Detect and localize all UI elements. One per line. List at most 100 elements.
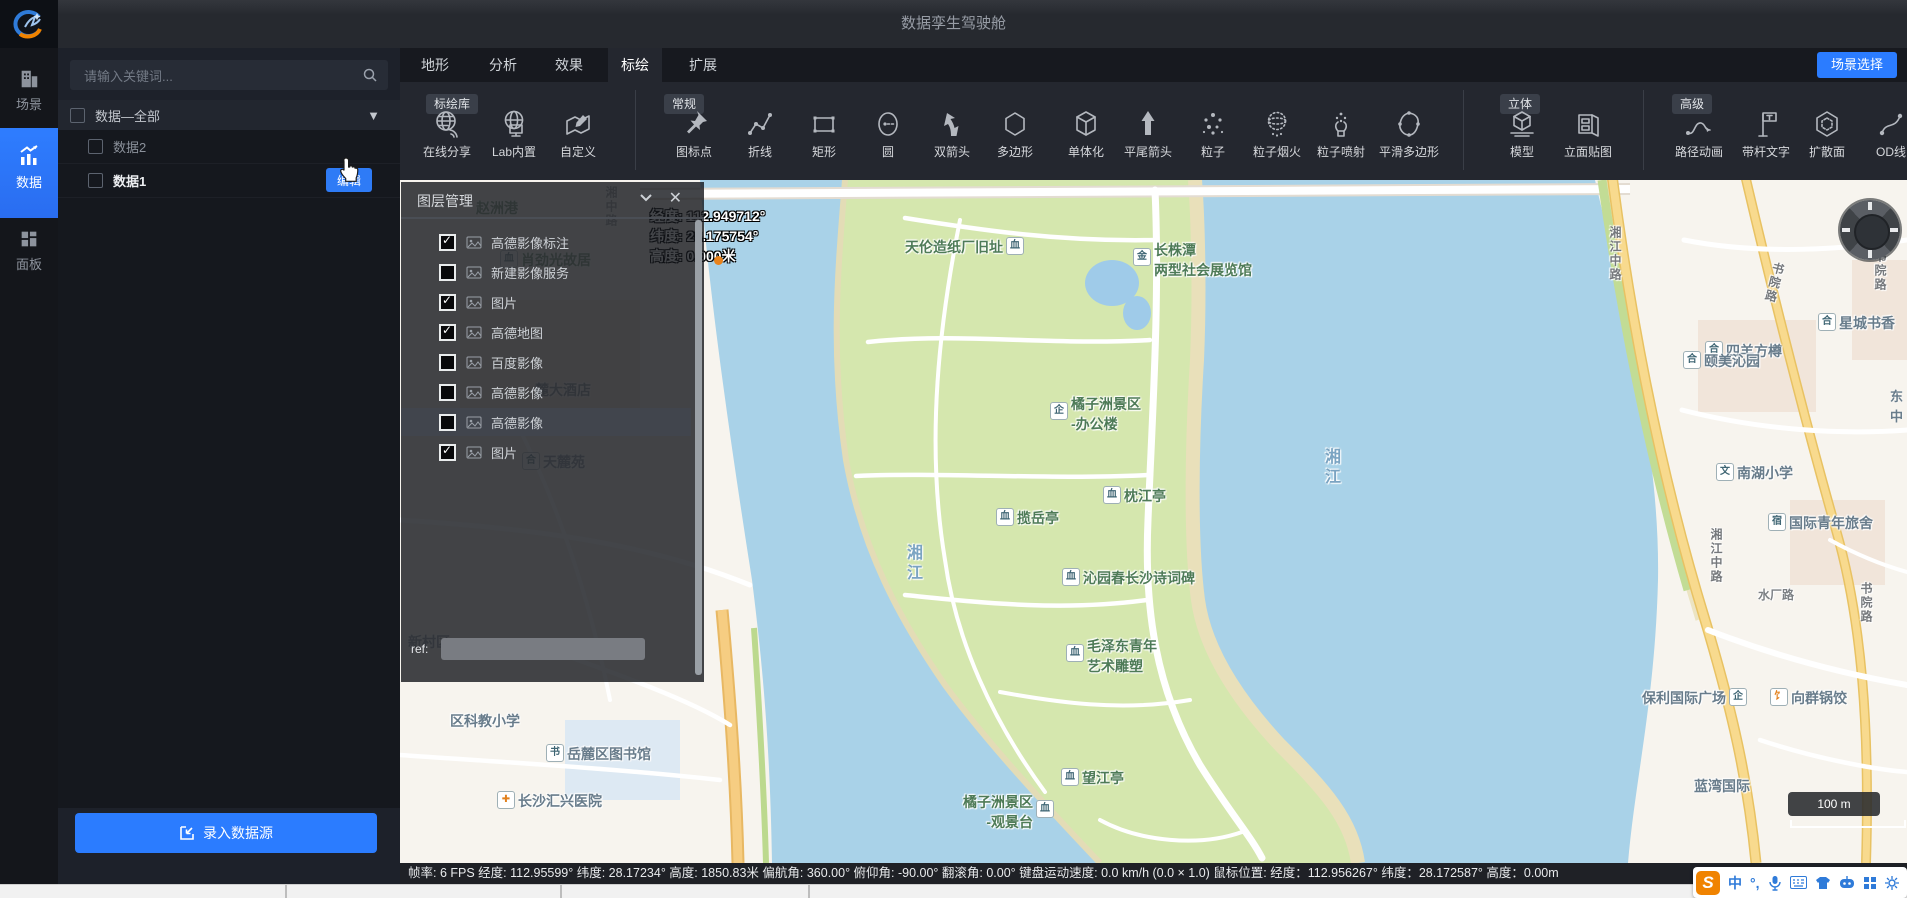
ime-punctuation-button[interactable]: °, bbox=[1750, 875, 1760, 891]
particles-icon bbox=[1197, 108, 1229, 140]
import-datasource-button[interactable]: 录入数据源 bbox=[75, 813, 377, 853]
layer-row[interactable]: 高德影像 bbox=[401, 408, 691, 436]
tool-model[interactable]: 模型 bbox=[1490, 108, 1554, 160]
layer-row[interactable]: 百度影像 bbox=[401, 348, 691, 376]
toolbox-grid-icon[interactable] bbox=[1863, 876, 1877, 890]
map-label: 血望江亭 bbox=[1061, 768, 1124, 788]
data-panel: 数据—全部 ▼ 数据2 数据1 编辑 录入数据源 bbox=[58, 48, 400, 898]
search-input[interactable] bbox=[82, 60, 356, 92]
mouse-cursor bbox=[336, 156, 362, 186]
tree-root-row[interactable]: 数据—全部 ▼ bbox=[58, 100, 400, 130]
layer-checkbox[interactable] bbox=[439, 384, 456, 401]
toolbar-divider bbox=[1643, 90, 1644, 170]
picked-point-marker bbox=[714, 256, 723, 265]
ai-assistant-icon[interactable] bbox=[1839, 876, 1855, 890]
taskbar-window-mark bbox=[560, 885, 562, 898]
tool-facade-texture[interactable]: 立面贴图 bbox=[1556, 108, 1620, 160]
rail-item-scene[interactable]: 场景 bbox=[0, 62, 58, 118]
tab-terrain[interactable]: 地形 bbox=[408, 48, 462, 82]
checkbox[interactable] bbox=[70, 108, 85, 123]
tool-rectangle[interactable]: 矩形 bbox=[792, 108, 856, 160]
layer-row[interactable]: 高德地图 bbox=[401, 318, 691, 346]
skin-shirt-icon[interactable] bbox=[1815, 876, 1831, 890]
panel-divider bbox=[401, 217, 704, 219]
tool-particle-jet[interactable]: 粒子喷射 bbox=[1309, 108, 1373, 160]
layer-checkbox[interactable] bbox=[439, 234, 456, 251]
app-window: 数据孪生驾驶舱 场景 数据 面板 bbox=[0, 0, 1907, 898]
tool-diffuse-surface[interactable]: 扩散面 bbox=[1795, 108, 1859, 160]
tool-lab-builtin[interactable]: Lab内置 bbox=[482, 108, 546, 160]
toolbar-divider bbox=[1463, 90, 1464, 170]
tab-effects[interactable]: 效果 bbox=[542, 48, 596, 82]
layer-row[interactable]: 图片 bbox=[401, 288, 691, 316]
home-icon: 合 bbox=[1818, 313, 1836, 331]
plotting-toolbar: 标绘库 常规 立体 高级 在线分享 Lab内置 自定义 图标 bbox=[400, 82, 1907, 180]
layer-checkbox[interactable] bbox=[439, 354, 456, 371]
tool-monomer[interactable]: 单体化 bbox=[1054, 108, 1118, 160]
tool-particle[interactable]: 粒子 bbox=[1181, 108, 1245, 160]
flat-arrow-icon bbox=[1132, 108, 1164, 140]
layer-row[interactable]: 图片 bbox=[401, 438, 691, 466]
path-animation-icon bbox=[1683, 108, 1715, 140]
layer-checkbox[interactable] bbox=[439, 324, 456, 341]
layer-checkbox[interactable] bbox=[439, 294, 456, 311]
ime-toolbar[interactable]: S 中 °, bbox=[1693, 867, 1907, 898]
panel-scrollbar[interactable] bbox=[695, 220, 702, 675]
scale-bar: 100 m bbox=[1788, 792, 1880, 816]
toolbar-divider bbox=[635, 90, 636, 170]
layer-row[interactable]: 新建影像服务 bbox=[401, 258, 691, 286]
home-icon: 合 bbox=[1683, 351, 1701, 369]
compass-control[interactable] bbox=[1840, 200, 1900, 260]
map-canvas[interactable]: 赵洲港 血肖劲光故居 麓大酒店 合天麓苑 新村区 湘中路 经度: 112.949… bbox=[400, 180, 1907, 863]
microphone-icon[interactable] bbox=[1768, 875, 1782, 891]
tool-pole-text[interactable]: 带杆文字 bbox=[1734, 108, 1798, 160]
tool-polygon[interactable]: 多边形 bbox=[983, 108, 1047, 160]
compass-knob[interactable] bbox=[1854, 214, 1890, 250]
rail-item-panel[interactable]: 面板 bbox=[0, 220, 58, 284]
chevron-down-icon[interactable]: ▼ bbox=[367, 108, 380, 123]
layer-row[interactable]: 高德影像 bbox=[401, 378, 691, 406]
os-taskbar[interactable] bbox=[0, 884, 1907, 898]
rail-item-data[interactable]: 数据 bbox=[0, 128, 58, 218]
map-label: 金长株潭两型社会展览馆 bbox=[1133, 240, 1252, 280]
layer-row[interactable]: 高德影像标注 bbox=[401, 228, 691, 256]
import-icon bbox=[179, 825, 195, 841]
tab-analysis[interactable]: 分析 bbox=[476, 48, 530, 82]
tool-particle-fireworks[interactable]: 粒子烟火 bbox=[1245, 108, 1309, 160]
close-icon[interactable]: ✕ bbox=[669, 188, 682, 208]
settings-gear-icon[interactable] bbox=[1885, 876, 1899, 890]
tool-od-line[interactable]: OD线 bbox=[1859, 108, 1907, 160]
tool-polyline[interactable]: 折线 bbox=[728, 108, 792, 160]
tool-online-share[interactable]: 在线分享 bbox=[415, 108, 479, 160]
layer-checkbox[interactable] bbox=[439, 264, 456, 281]
ref-input[interactable] bbox=[441, 638, 645, 660]
road-label: 书院路 bbox=[1858, 582, 1875, 624]
list-item-data1[interactable]: 数据1 编辑 bbox=[58, 164, 400, 198]
scene-select-button[interactable]: 场景选择 bbox=[1817, 52, 1897, 78]
tab-plotting[interactable]: 标绘 bbox=[608, 48, 662, 82]
tool-icon-point[interactable]: 图标点 bbox=[662, 108, 726, 160]
page-title: 数据孪生驾驶舱 bbox=[901, 0, 1006, 48]
globe-monitor-icon bbox=[498, 108, 530, 140]
ref-label: ref: bbox=[411, 642, 428, 656]
tool-path-animation[interactable]: 路径动画 bbox=[1667, 108, 1731, 160]
keyboard-icon[interactable] bbox=[1790, 876, 1807, 889]
sogou-logo-icon[interactable]: S bbox=[1696, 871, 1720, 895]
map-label: 宿国际青年旅舍 bbox=[1768, 513, 1873, 533]
tab-extension[interactable]: 扩展 bbox=[676, 48, 730, 82]
layer-checkbox[interactable] bbox=[439, 444, 456, 461]
checkbox[interactable] bbox=[88, 173, 103, 188]
tool-custom[interactable]: 自定义 bbox=[546, 108, 610, 160]
map-label: 饣向群锅饺 bbox=[1770, 688, 1847, 708]
tool-smooth-polygon[interactable]: 平滑多边形 bbox=[1377, 108, 1441, 160]
ime-chinese-mode-button[interactable]: 中 bbox=[1728, 873, 1742, 893]
layer-checkbox[interactable] bbox=[439, 414, 456, 431]
tool-flat-arrow[interactable]: 平尾箭头 bbox=[1116, 108, 1180, 160]
ribbon-tab-bar: 地形 分析 效果 标绘 扩展 场景选择 bbox=[400, 48, 1907, 82]
tool-double-arrow[interactable]: 双箭头 bbox=[920, 108, 984, 160]
collapse-chevron-icon[interactable] bbox=[638, 190, 654, 206]
left-icon-rail: 场景 数据 面板 bbox=[0, 48, 58, 898]
tool-circle[interactable]: 圆 bbox=[856, 108, 920, 160]
search-icon[interactable] bbox=[362, 67, 378, 83]
checkbox[interactable] bbox=[88, 139, 103, 154]
